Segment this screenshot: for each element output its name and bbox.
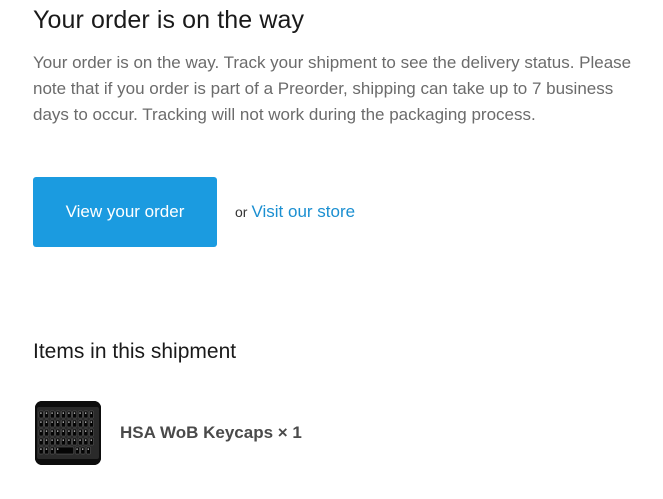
email-content: Your order is on the way Your order is o… [0, 0, 663, 499]
keyboard-keycaps-image [35, 401, 101, 465]
view-order-button[interactable]: View your order [33, 177, 217, 247]
visit-store-link[interactable]: Visit our store [251, 202, 355, 222]
item-name: HSA WoB Keycaps × 1 [120, 423, 302, 442]
list-item: HSA WoB Keycaps × 1 [35, 401, 302, 465]
or-separator: or [235, 204, 248, 220]
order-message: Your order is on the way. Track your shi… [33, 53, 632, 124]
shipment-section-title: Items in this shipment [33, 340, 237, 363]
page-title: Your order is on the way [33, 6, 305, 34]
action-row: View your order or Visit our store [33, 177, 355, 247]
